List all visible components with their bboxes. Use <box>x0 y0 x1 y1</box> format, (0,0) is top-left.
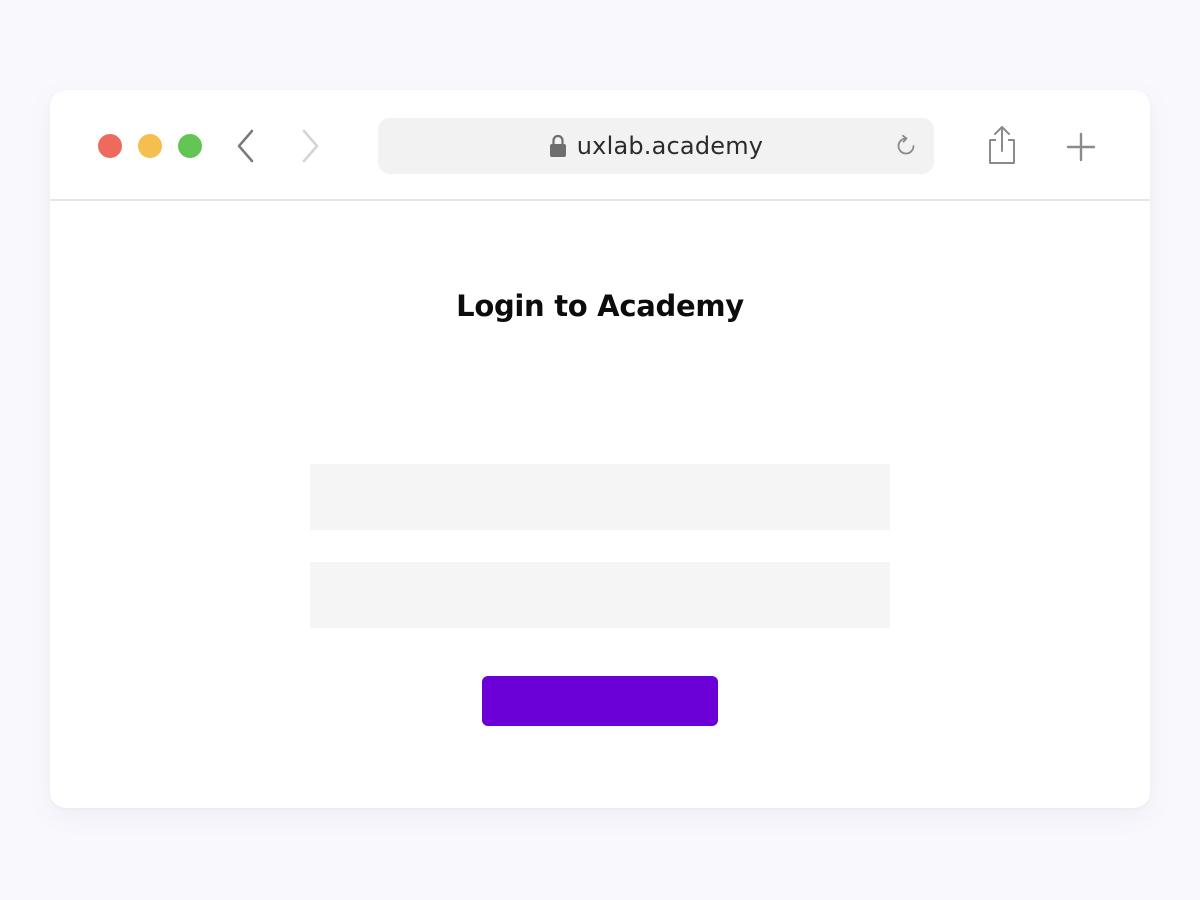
chevron-right-icon <box>302 129 319 163</box>
url-text[interactable]: uxlab.academy <box>577 132 763 160</box>
username-field[interactable] <box>310 464 890 530</box>
password-field[interactable] <box>310 562 890 628</box>
new-tab-button[interactable] <box>1064 130 1098 164</box>
maximize-window-button[interactable] <box>178 134 202 158</box>
browser-window: uxlab.academy Login to Academy <box>50 90 1150 808</box>
login-page: Login to Academy <box>50 203 1150 808</box>
plus-icon <box>1066 132 1096 162</box>
chevron-left-icon <box>237 129 254 163</box>
share-button[interactable] <box>984 124 1020 166</box>
minimize-window-button[interactable] <box>138 134 162 158</box>
back-button[interactable] <box>234 128 258 164</box>
login-button[interactable] <box>482 676 718 726</box>
forward-button[interactable] <box>298 128 322 164</box>
page-title: Login to Academy <box>456 289 744 323</box>
lock-icon <box>549 134 566 157</box>
reload-button[interactable] <box>894 134 918 158</box>
share-icon <box>989 126 1015 164</box>
reload-icon <box>897 135 915 155</box>
address-bar[interactable]: uxlab.academy <box>378 118 934 174</box>
close-window-button[interactable] <box>98 134 122 158</box>
browser-toolbar: uxlab.academy <box>50 90 1150 201</box>
